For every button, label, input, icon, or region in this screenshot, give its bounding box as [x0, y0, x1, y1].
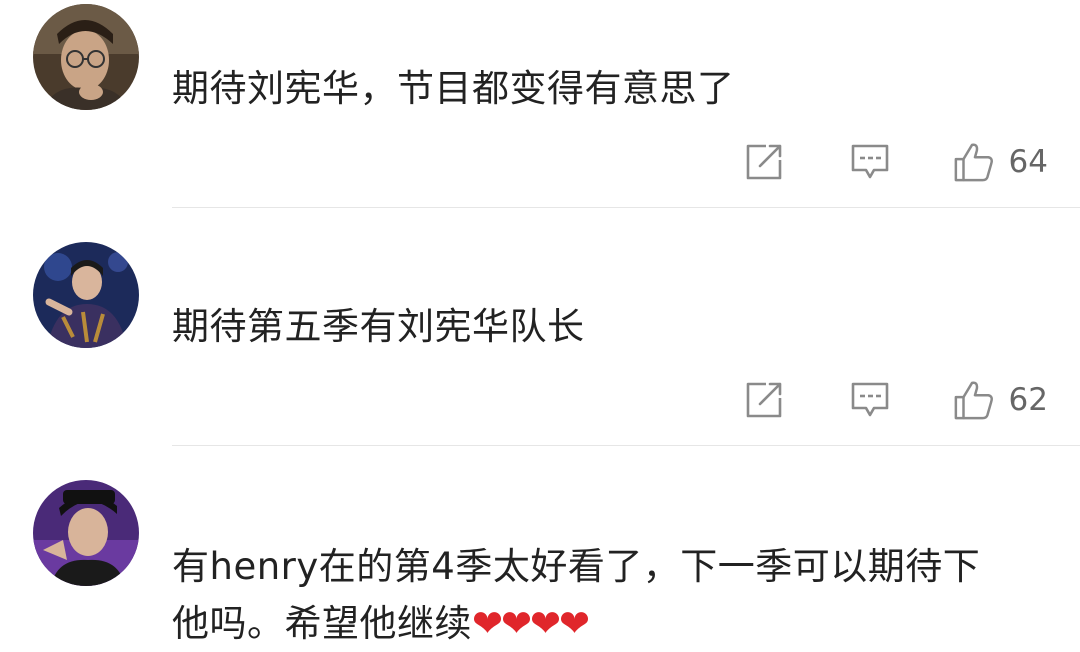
- comment-item: 期待第五季有刘宪华队长 62: [0, 208, 1080, 446]
- comment-text: 期待第五季有刘宪华队长: [172, 305, 585, 348]
- like-count: 62: [1008, 382, 1048, 418]
- comment-actions: 64: [743, 137, 1048, 187]
- avatar[interactable]: [33, 480, 139, 586]
- avatar[interactable]: [33, 242, 139, 348]
- share-icon[interactable]: [743, 379, 785, 421]
- comment-text-line: 有henry在的第4季太好看了，下一季可以期待下: [172, 545, 981, 588]
- comment-text: 有henry在的第4季太好看了，下一季可以期待下 他吗。希望他继续❤❤❤❤: [172, 538, 1052, 652]
- heart-emoji: ❤❤❤❤: [472, 602, 590, 645]
- comment-item: 期待刘宪华，节目都变得有意思了 64: [0, 0, 1080, 208]
- thumbs-up-icon: [953, 379, 995, 421]
- avatar-image: [33, 480, 139, 586]
- comment-actions: 62: [743, 375, 1048, 425]
- comment-text-segment: 他吗。希望他继续: [172, 602, 472, 645]
- avatar[interactable]: [33, 4, 139, 110]
- reply-icon[interactable]: [849, 141, 891, 183]
- like-count: 64: [1008, 144, 1048, 180]
- share-icon[interactable]: [743, 141, 785, 183]
- comment-text: 期待刘宪华，节目都变得有意思了: [172, 67, 735, 110]
- avatar-image: [33, 242, 139, 348]
- comment-text-line: 他吗。希望他继续❤❤❤❤: [172, 595, 1052, 652]
- thumbs-up-icon: [953, 141, 995, 183]
- like-button[interactable]: 62: [953, 379, 1048, 421]
- like-button[interactable]: 64: [953, 141, 1048, 183]
- reply-icon[interactable]: [849, 379, 891, 421]
- avatar-image: [33, 4, 139, 110]
- comment-item: 有henry在的第4季太好看了，下一季可以期待下 他吗。希望他继续❤❤❤❤: [0, 446, 1080, 650]
